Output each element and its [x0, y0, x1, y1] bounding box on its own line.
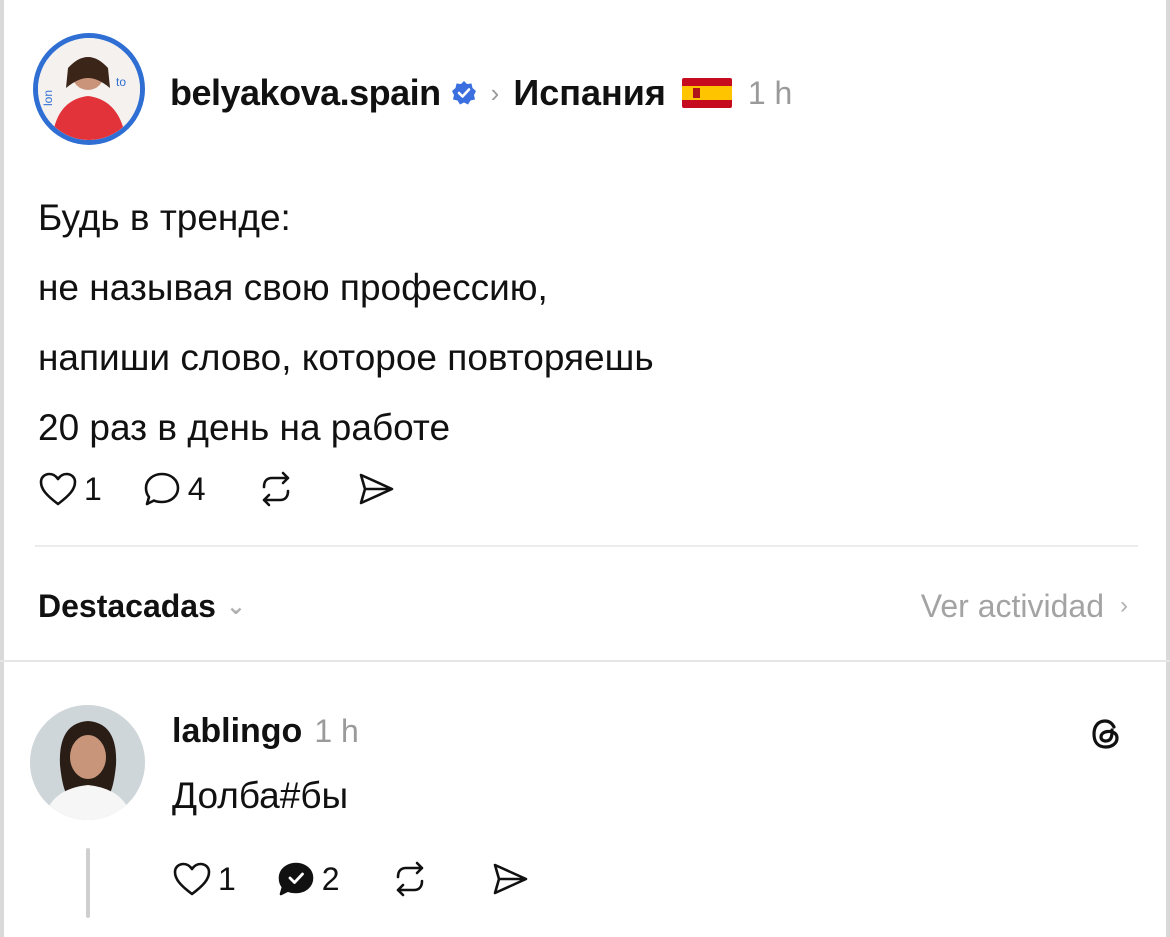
- left-frame-border: [0, 0, 4, 937]
- thread-connector-line: [86, 848, 90, 918]
- reply-time: 1 h: [314, 713, 359, 749]
- svg-text:to: to: [116, 75, 126, 89]
- comment-count: 4: [187, 470, 206, 507]
- repost-icon: [262, 471, 289, 507]
- post-location[interactable]: Испания: [513, 72, 666, 114]
- like-button[interactable]: 1: [172, 861, 236, 898]
- reply-header: lablingo 1 h: [172, 712, 359, 751]
- send-icon: [493, 863, 527, 895]
- section-divider: [35, 545, 1138, 547]
- svg-text:lon: lon: [41, 90, 55, 106]
- threads-logo-icon[interactable]: [1085, 712, 1129, 756]
- like-button[interactable]: 1: [38, 471, 102, 508]
- comment-button[interactable]: 2: [276, 860, 340, 898]
- post-body: Будь в тренде: не называя свою профессию…: [38, 183, 1038, 463]
- breadcrumb-chevron-icon: ›: [490, 77, 500, 108]
- post-text-line: 20 раз в день на работе: [38, 407, 451, 448]
- right-frame-border: [1166, 0, 1170, 937]
- like-count: 1: [84, 470, 102, 507]
- post-time: 1 h: [747, 74, 793, 111]
- sort-dropdown-label: Destacadas: [38, 587, 216, 624]
- like-count: 1: [218, 860, 236, 897]
- spain-flag-icon: [681, 78, 732, 108]
- send-icon: [359, 473, 393, 505]
- post-text-line: напиши слово, которое повторяешь: [38, 337, 654, 378]
- view-activity-label: Ver actividad: [920, 587, 1104, 624]
- comment-bubble-filled-icon: [278, 862, 314, 896]
- view-activity-link[interactable]: Ver actividad ›: [921, 588, 1128, 625]
- comment-bubble-icon: [144, 472, 180, 506]
- replies-filter-bar: Destacadas ⌄ Ver actividad ›: [38, 586, 1128, 626]
- comment-button[interactable]: 4: [142, 470, 206, 508]
- reply-username[interactable]: lablingo: [172, 712, 302, 751]
- post-author-avatar[interactable]: lon to: [33, 33, 145, 145]
- repost-icon: [396, 861, 423, 897]
- verified-badge-icon: [451, 81, 476, 105]
- reply-author-avatar[interactable]: [30, 705, 145, 820]
- repost-button[interactable]: [256, 471, 296, 507]
- reply-actions: 1 2: [172, 860, 570, 898]
- sort-dropdown[interactable]: Destacadas ⌄: [38, 588, 246, 625]
- share-button[interactable]: [490, 861, 530, 897]
- reply-text: Долба#бы: [172, 775, 349, 816]
- repost-button[interactable]: [390, 861, 430, 897]
- share-button[interactable]: [356, 471, 396, 507]
- post-actions: 1 4: [38, 470, 436, 508]
- avatar-image: lon to: [38, 38, 140, 140]
- post-text-line: не называя свою профессию,: [38, 267, 548, 308]
- post-username[interactable]: belyakova.spain: [170, 72, 441, 114]
- avatar-image: [30, 705, 145, 820]
- post-header: belyakova.spain › Испания 1 h: [170, 68, 792, 118]
- chevron-down-icon: ⌄: [225, 592, 246, 620]
- heart-icon: [39, 472, 77, 506]
- comment-count: 2: [321, 860, 340, 897]
- heart-icon: [173, 862, 211, 896]
- replies-divider: [0, 660, 1170, 662]
- chevron-right-icon: ›: [1120, 592, 1128, 619]
- post-text-line: Будь в тренде:: [38, 197, 291, 238]
